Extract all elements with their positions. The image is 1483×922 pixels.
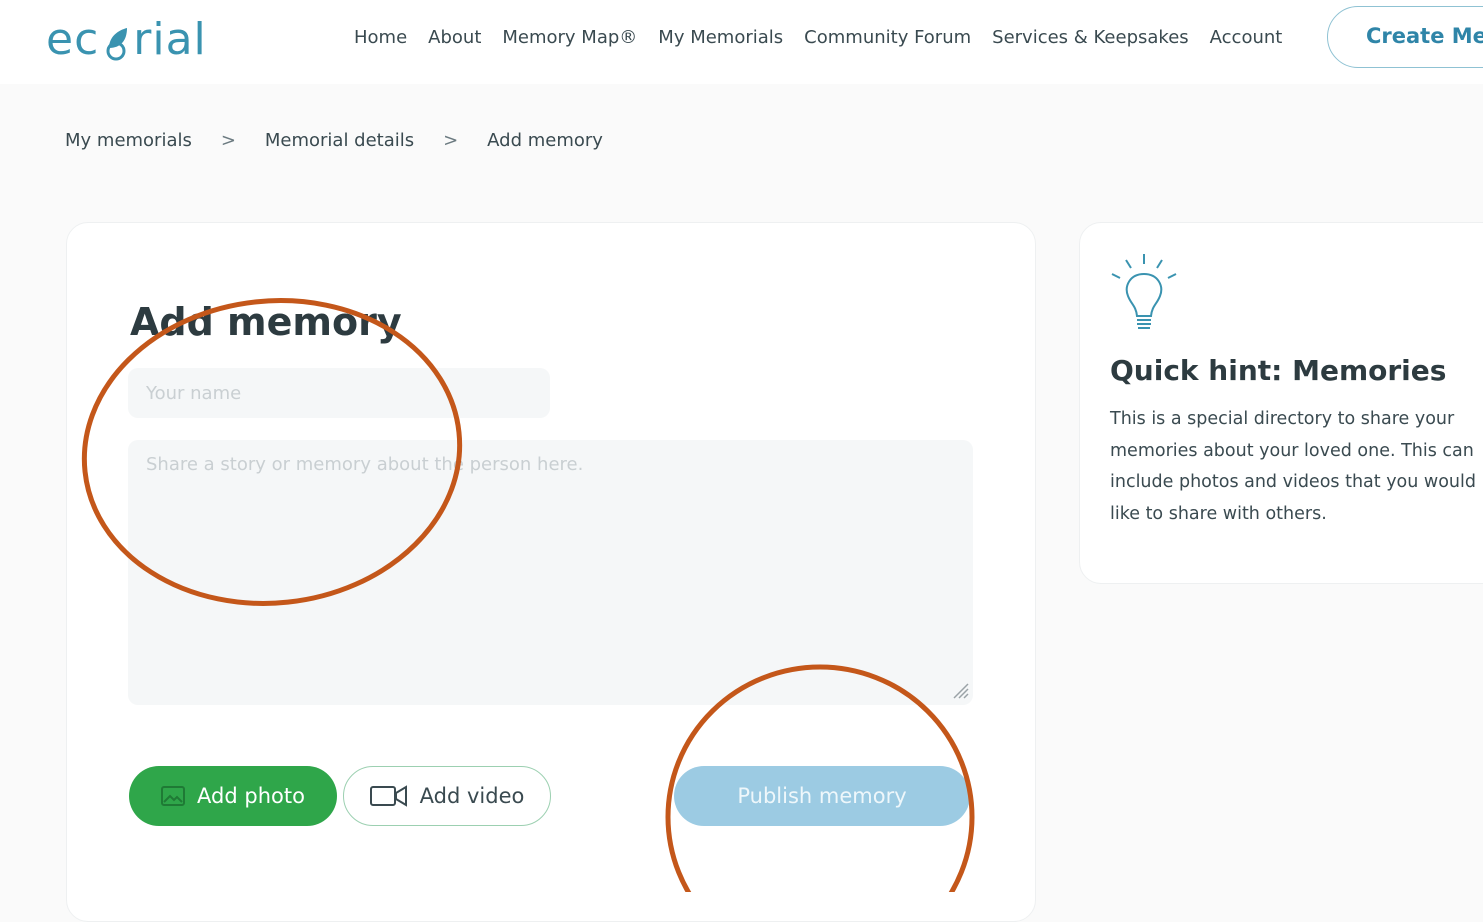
hint-text: This is a special directory to share you… — [1110, 409, 1476, 524]
name-input[interactable] — [128, 368, 550, 418]
breadcrumb-my-memorials[interactable]: My memorials — [65, 130, 192, 151]
add-photo-button[interactable]: Add photo — [129, 766, 337, 826]
breadcrumb-separator: > — [443, 130, 459, 151]
leaf-icon — [99, 18, 133, 62]
nav-services-keepsakes[interactable]: Services & Keepsakes — [992, 27, 1189, 48]
publish-memory-button[interactable]: Publish memory — [674, 766, 970, 826]
breadcrumb-memorial-details[interactable]: Memorial details — [265, 130, 414, 151]
add-video-button[interactable]: Add video — [343, 766, 551, 826]
nav-home[interactable]: Home — [354, 27, 407, 48]
nav-about[interactable]: About — [428, 27, 481, 48]
breadcrumb: My memorials > Memorial details > Add me… — [65, 130, 603, 151]
logo-text-start: ec — [46, 14, 100, 65]
create-memorial-button[interactable]: Create Memorial — [1327, 6, 1483, 68]
hint-title: Quick hint: Memories — [1110, 354, 1447, 387]
image-icon — [161, 786, 186, 806]
add-photo-label: Add photo — [197, 784, 305, 808]
breadcrumb-add-memory: Add memory — [487, 130, 603, 151]
add-video-label: Add video — [419, 784, 525, 808]
nav-community-forum[interactable]: Community Forum — [804, 27, 971, 48]
story-textarea[interactable] — [128, 440, 973, 705]
resize-handle-icon[interactable] — [950, 680, 970, 700]
top-bar: ec rial Home About Memory Map® My Memori… — [0, 0, 1483, 84]
main-nav: Home About Memory Map® My Memorials Comm… — [354, 27, 1282, 48]
nav-my-memorials[interactable]: My Memorials — [658, 27, 783, 48]
video-camera-icon — [369, 785, 408, 807]
logo[interactable]: ec rial — [46, 14, 207, 65]
nav-account[interactable]: Account — [1210, 27, 1283, 48]
logo-text-end: rial — [133, 14, 207, 65]
breadcrumb-separator: > — [220, 130, 236, 151]
page-title: Add memory — [130, 300, 402, 344]
lightbulb-icon — [1111, 254, 1177, 329]
nav-memory-map[interactable]: Memory Map® — [502, 27, 637, 48]
